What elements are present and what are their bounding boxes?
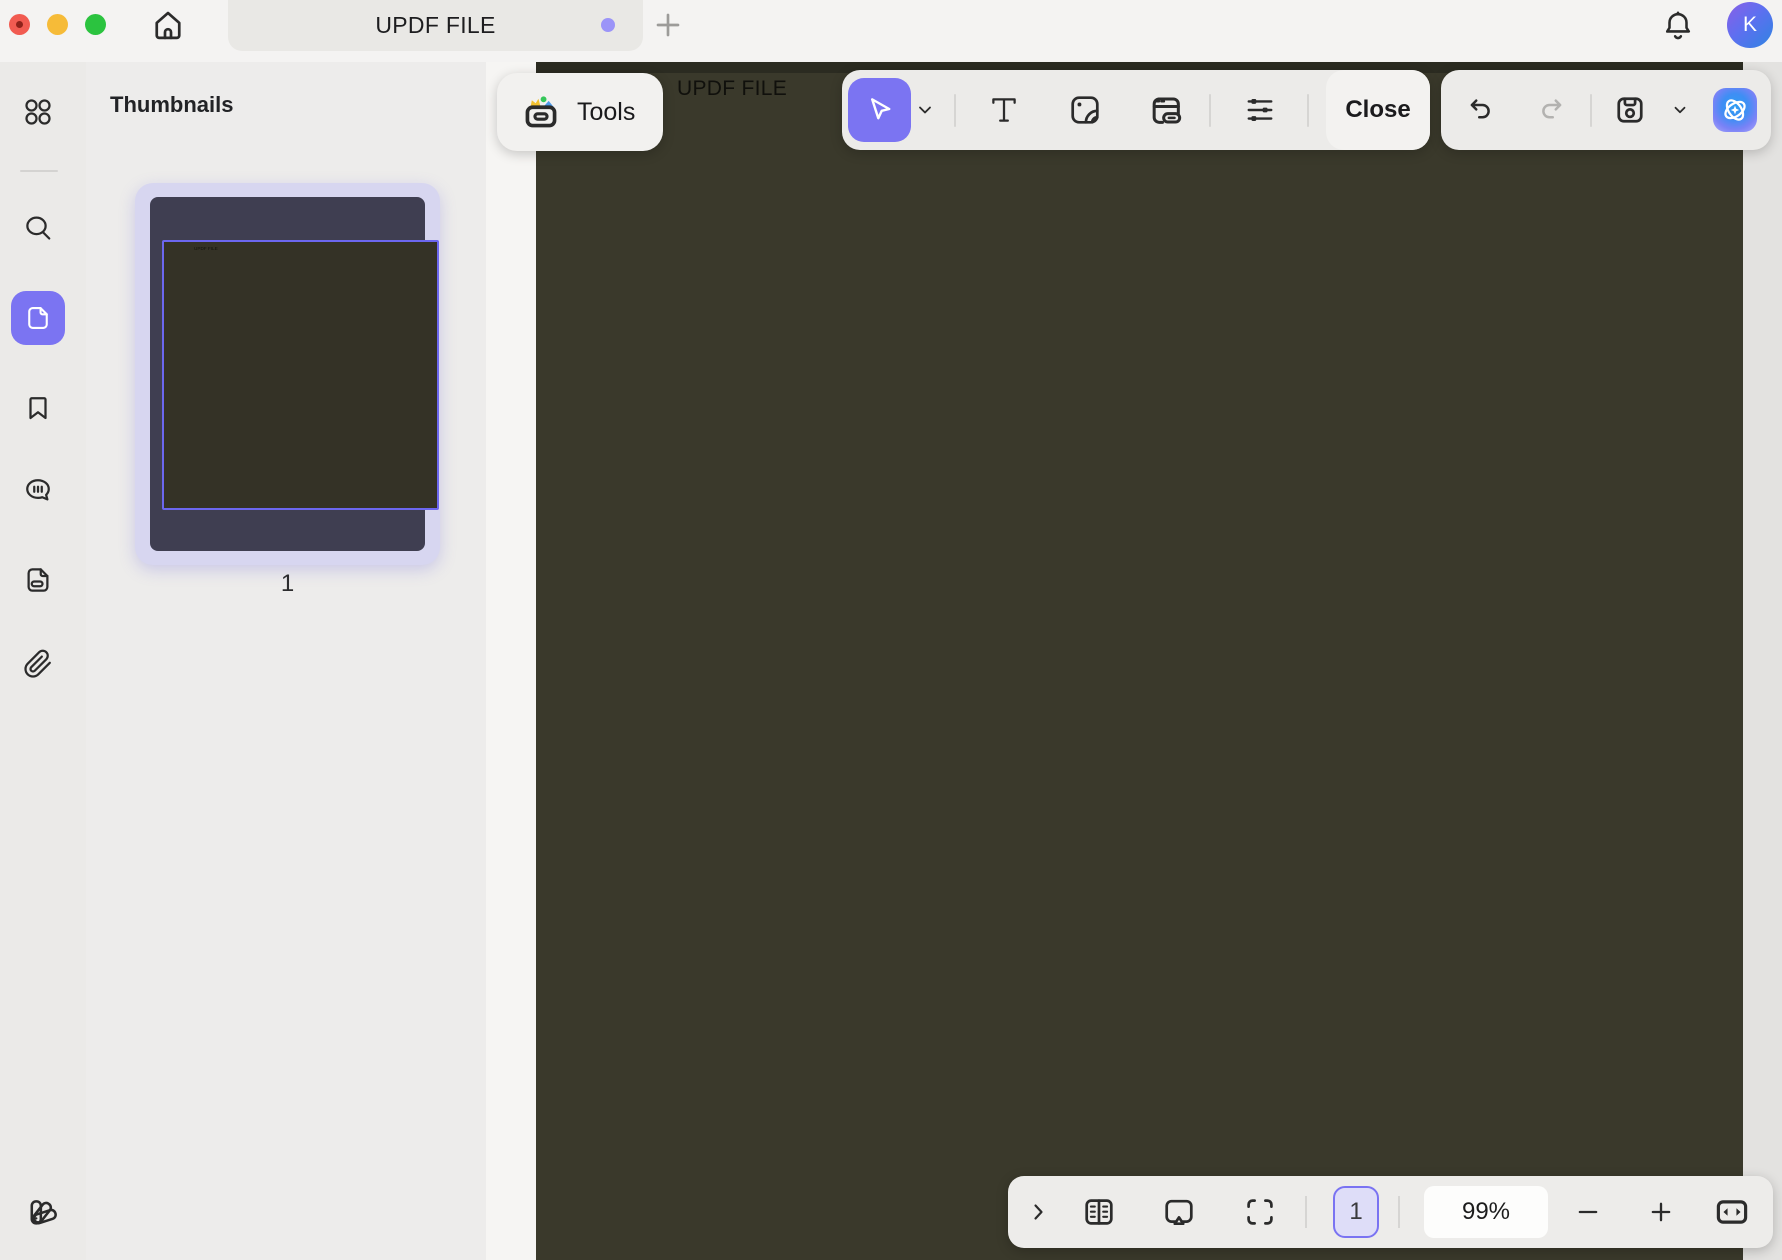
toolbox-icon: [519, 90, 563, 134]
document-page-text: UPDF FILE: [677, 77, 787, 101]
minus-icon: [1574, 1198, 1602, 1226]
close-label: Close: [1345, 96, 1410, 124]
panel-title: Thumbnails: [110, 92, 233, 118]
traffic-light-close[interactable]: [9, 14, 30, 35]
panel-expand-button[interactable]: [1026, 1200, 1050, 1224]
document-canvas: UPDF FILE: [536, 62, 1743, 1260]
home-button[interactable]: [150, 7, 186, 43]
fullscreen-button[interactable]: [1242, 1194, 1278, 1230]
new-tab-button[interactable]: [652, 9, 684, 41]
chevron-right-icon: [1026, 1200, 1050, 1224]
document-icon: [24, 304, 52, 332]
properties-button[interactable]: [1242, 92, 1278, 128]
sliders-icon: [1242, 92, 1278, 128]
paperclip-icon: [23, 649, 53, 679]
zoom-out-button[interactable]: [1574, 1198, 1602, 1226]
toolbar-divider: [1305, 1196, 1307, 1228]
fullscreen-brackets-icon: [1242, 1194, 1278, 1230]
tab-title: UPDF FILE: [375, 12, 495, 39]
toolbar-divider: [1209, 94, 1211, 127]
presentation-button[interactable]: [1161, 1194, 1197, 1230]
chevron-down-icon: [1671, 101, 1689, 119]
text-tool-button[interactable]: [987, 93, 1021, 127]
redo-button[interactable]: [1537, 95, 1567, 125]
fit-width-icon: [1711, 1193, 1753, 1231]
bottom-toolbar: 1 99%: [1008, 1176, 1773, 1248]
swatch-icon: [23, 1195, 57, 1229]
toolbar-divider: [1590, 94, 1592, 127]
bell-icon: [1661, 7, 1695, 44]
thumbnails-panel: Thumbnails UPDF FILE 1: [86, 62, 486, 1260]
page-number-box[interactable]: 1: [1333, 1186, 1379, 1238]
sidebar-divider: [20, 170, 58, 172]
thumbnail-page-text: UPDF FILE: [194, 246, 218, 251]
zoom-in-button[interactable]: [1647, 1198, 1675, 1226]
file-icon: [23, 565, 53, 595]
select-tool-dropdown[interactable]: [915, 100, 935, 120]
grid-icon: [23, 97, 53, 127]
text-icon: [987, 93, 1021, 127]
sidebar-item-swatches[interactable]: [23, 1195, 57, 1229]
save-dropdown[interactable]: [1671, 101, 1689, 119]
toolbar-divider: [1307, 94, 1309, 127]
tools-button[interactable]: Tools: [497, 73, 663, 151]
undo-icon: [1465, 95, 1495, 125]
image-icon: [1067, 92, 1103, 128]
search-icon: [23, 213, 53, 243]
sidebar-item-comments[interactable]: [23, 475, 53, 505]
avatar-initial: K: [1743, 13, 1757, 37]
page-thumbnail[interactable]: UPDF FILE: [135, 183, 440, 565]
user-avatar[interactable]: K: [1727, 2, 1773, 48]
traffic-light-zoom[interactable]: [85, 14, 106, 35]
document-tab[interactable]: UPDF FILE: [228, 0, 643, 51]
plus-icon: [652, 9, 684, 41]
tools-label: Tools: [577, 98, 635, 127]
link-icon: [1145, 91, 1185, 131]
zoom-level-display[interactable]: 99%: [1424, 1186, 1548, 1238]
select-tool-button[interactable]: [848, 78, 911, 142]
page-thumbnail-label: 1: [135, 570, 440, 598]
zoom-level: 99%: [1462, 1198, 1510, 1226]
book-view-icon: [1081, 1194, 1117, 1230]
fit-width-button[interactable]: [1711, 1193, 1753, 1231]
image-tool-button[interactable]: [1067, 92, 1103, 128]
thumbnail-page: UPDF FILE: [150, 197, 425, 551]
undo-button[interactable]: [1465, 95, 1495, 125]
main-toolbar: Close: [842, 70, 1430, 150]
scrollbar-gutter[interactable]: [1743, 62, 1782, 1260]
titlebar: UPDF FILE K: [0, 0, 1782, 62]
ai-assistant-button[interactable]: [1713, 88, 1757, 132]
bookmark-icon: [23, 393, 53, 423]
sidebar-item-pages[interactable]: [23, 565, 53, 595]
close-button[interactable]: Close: [1326, 70, 1430, 150]
save-button[interactable]: [1612, 92, 1648, 128]
home-icon: [150, 7, 186, 43]
sidebar-item-search[interactable]: [23, 213, 53, 243]
main-area: UPDF FILE Tools: [486, 62, 1782, 1260]
page-layout-button[interactable]: [1081, 1194, 1117, 1230]
history-toolbar: [1441, 70, 1771, 150]
toolbar-divider: [1398, 1196, 1400, 1228]
sidebar-item-thumbnails[interactable]: [11, 291, 65, 345]
unsaved-changes-dot: [601, 18, 615, 32]
chat-icon: [23, 475, 53, 505]
page-number: 1: [1349, 1198, 1362, 1226]
traffic-light-minimize[interactable]: [47, 14, 68, 35]
ai-icon: [1717, 92, 1753, 128]
sidebar: [0, 62, 87, 1260]
sidebar-item-attachments[interactable]: [23, 649, 53, 679]
save-icon: [1612, 92, 1648, 128]
redo-icon: [1537, 95, 1567, 125]
chevron-down-icon: [915, 100, 935, 120]
toolbar-divider: [954, 94, 956, 127]
cursor-icon: [863, 93, 897, 127]
notifications-button[interactable]: [1661, 7, 1695, 44]
sidebar-item-bookmarks[interactable]: [23, 393, 53, 423]
sidebar-item-dashboard[interactable]: [23, 97, 53, 127]
link-tool-button[interactable]: [1145, 91, 1185, 131]
plus-icon: [1647, 1198, 1675, 1226]
presentation-icon: [1161, 1194, 1197, 1230]
thumbnail-viewport: UPDF FILE: [162, 240, 439, 510]
